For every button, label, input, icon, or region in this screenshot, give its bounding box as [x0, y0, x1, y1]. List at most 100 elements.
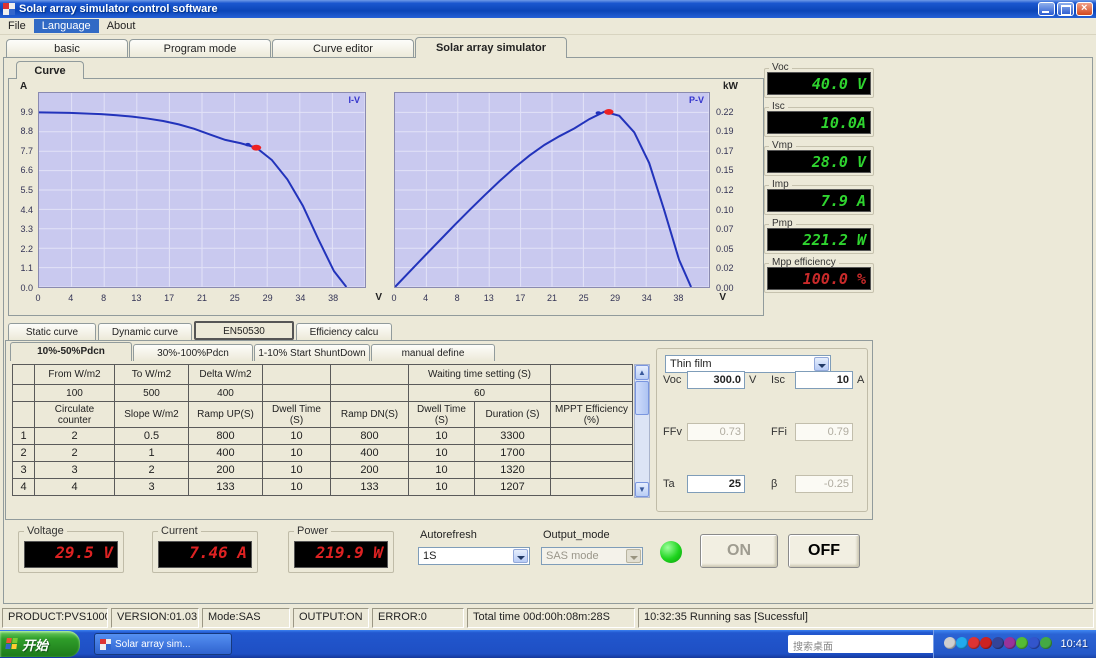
minimize-button[interactable]: [1038, 2, 1055, 16]
table-cell[interactable]: 1320: [474, 461, 551, 479]
table-cell[interactable]: 3300: [474, 427, 551, 445]
table-cell[interactable]: 200: [330, 461, 409, 479]
table-cell[interactable]: 2: [34, 427, 115, 445]
tab-static-curve[interactable]: Static curve: [8, 323, 96, 340]
table-cell[interactable]: 10: [408, 478, 475, 496]
autorefresh-select[interactable]: 1S: [418, 547, 530, 565]
table-cell[interactable]: Slope W/m2: [114, 401, 189, 428]
table-cell[interactable]: [330, 364, 409, 385]
table-cell[interactable]: 800: [330, 427, 409, 445]
table-cell[interactable]: Ramp DN(S): [330, 401, 409, 428]
tray-antivirus-icon[interactable]: [1040, 636, 1053, 649]
tab-curve-editor[interactable]: Curve editor: [272, 39, 414, 58]
table-cell[interactable]: 10: [408, 427, 475, 445]
table-cell[interactable]: [550, 444, 633, 462]
table-cell[interactable]: 60: [408, 384, 551, 402]
close-button[interactable]: [1076, 2, 1093, 16]
table-cell[interactable]: 400: [330, 444, 409, 462]
tray-hardware-icon[interactable]: [944, 636, 957, 649]
tray-security-icon[interactable]: [980, 636, 993, 649]
table-cell[interactable]: [550, 364, 633, 385]
on-button[interactable]: ON: [700, 534, 778, 568]
tab-dynamic-curve[interactable]: Dynamic curve: [98, 323, 192, 340]
menu-item-about[interactable]: About: [99, 19, 144, 33]
table-cell[interactable]: [550, 427, 633, 445]
tab-en50530[interactable]: EN50530: [194, 321, 294, 340]
table-cell[interactable]: 0.5: [114, 427, 189, 445]
table-cell[interactable]: 133: [188, 478, 263, 496]
table-cell[interactable]: 1: [12, 427, 35, 445]
dropdown-arrow-icon[interactable]: [513, 549, 528, 563]
off-button[interactable]: OFF: [788, 534, 860, 568]
table-cell[interactable]: 4: [12, 478, 35, 496]
table-cell[interactable]: [262, 364, 331, 385]
table-cell[interactable]: [550, 478, 633, 496]
table-cell[interactable]: 3: [114, 478, 189, 496]
table-cell[interactable]: 4: [34, 478, 115, 496]
table-cell[interactable]: MPPT Efficiency (%): [550, 401, 633, 428]
table-cell[interactable]: [12, 364, 35, 385]
tab-curve[interactable]: Curve: [16, 61, 84, 79]
table-cell[interactable]: Dwell Time (S): [262, 401, 331, 428]
table-cell[interactable]: 400: [188, 384, 263, 402]
param-input-voc[interactable]: 300.0: [687, 371, 745, 389]
table-cell[interactable]: Ramp UP(S): [188, 401, 263, 428]
table-cell[interactable]: 1700: [474, 444, 551, 462]
table-cell[interactable]: 800: [188, 427, 263, 445]
tray-messenger-icon[interactable]: [956, 636, 969, 649]
tab-efficiency-calcu[interactable]: Efficiency calcu: [296, 323, 392, 340]
table-cell[interactable]: 10: [262, 427, 331, 445]
table-cell[interactable]: 2: [114, 461, 189, 479]
tray-network-icon[interactable]: [992, 636, 1005, 649]
table-cell[interactable]: From W/m2: [34, 364, 115, 385]
table-cell[interactable]: 1207: [474, 478, 551, 496]
param-input-ta[interactable]: 25: [687, 475, 745, 493]
table-cell[interactable]: 2: [12, 444, 35, 462]
table-cell[interactable]: 200: [188, 461, 263, 479]
table-cell[interactable]: 400: [188, 444, 263, 462]
subtab-1[interactable]: 30%-100%Pdcn: [133, 344, 253, 361]
subtab-2[interactable]: 1-10% Start ShuntDown: [254, 344, 370, 361]
table-cell[interactable]: [262, 384, 331, 402]
subtab-0[interactable]: 10%-50%Pdcn: [10, 342, 132, 361]
table-cell[interactable]: Waiting time setting (S): [408, 364, 551, 385]
tray-update-icon[interactable]: [1004, 636, 1017, 649]
table-cell[interactable]: [550, 384, 633, 402]
table-cell[interactable]: 10: [262, 461, 331, 479]
desktop-search-input[interactable]: 搜索桌面: [788, 635, 934, 653]
scroll-down-icon[interactable]: ▼: [635, 482, 649, 497]
table-cell[interactable]: 3: [12, 461, 35, 479]
subtab-3[interactable]: manual define: [371, 344, 495, 361]
table-cell[interactable]: Dwell Time (S): [408, 401, 475, 428]
menu-item-language[interactable]: Language: [33, 19, 99, 33]
table-cell[interactable]: [12, 384, 35, 402]
table-cell[interactable]: 10: [262, 478, 331, 496]
tab-solar-array-simulator[interactable]: Solar array simulator: [415, 37, 567, 58]
table-cell[interactable]: Circulate counter: [34, 401, 115, 428]
table-cell[interactable]: Delta W/m2: [188, 364, 263, 385]
dropdown-arrow-icon[interactable]: [814, 357, 829, 371]
scroll-thumb[interactable]: [635, 381, 649, 415]
tray-shield-icon[interactable]: [1028, 636, 1041, 649]
menu-item-file[interactable]: File: [0, 19, 34, 33]
start-button[interactable]: 开始: [0, 631, 80, 657]
table-cell[interactable]: 100: [34, 384, 115, 402]
table-cell[interactable]: 500: [114, 384, 189, 402]
tab-program-mode[interactable]: Program mode: [129, 39, 271, 58]
table-cell[interactable]: 2: [34, 444, 115, 462]
table-cell[interactable]: [12, 401, 35, 428]
scroll-up-icon[interactable]: ▲: [635, 365, 649, 380]
table-cell[interactable]: 10: [262, 444, 331, 462]
maximize-button[interactable]: [1057, 2, 1074, 16]
table-cell[interactable]: 10: [408, 444, 475, 462]
table-cell[interactable]: 10: [408, 461, 475, 479]
table-scrollbar[interactable]: ▲ ▼: [634, 364, 650, 498]
taskbar-item-solar-array[interactable]: Solar array sim...: [94, 633, 232, 655]
table-cell[interactable]: To W/m2: [114, 364, 189, 385]
tray-download-icon[interactable]: [968, 636, 981, 649]
table-cell[interactable]: [330, 384, 409, 402]
tab-basic[interactable]: basic: [6, 39, 128, 58]
table-cell[interactable]: 3: [34, 461, 115, 479]
param-input-isc[interactable]: 10: [795, 371, 853, 389]
tray-monitor-icon[interactable]: [1016, 636, 1029, 649]
